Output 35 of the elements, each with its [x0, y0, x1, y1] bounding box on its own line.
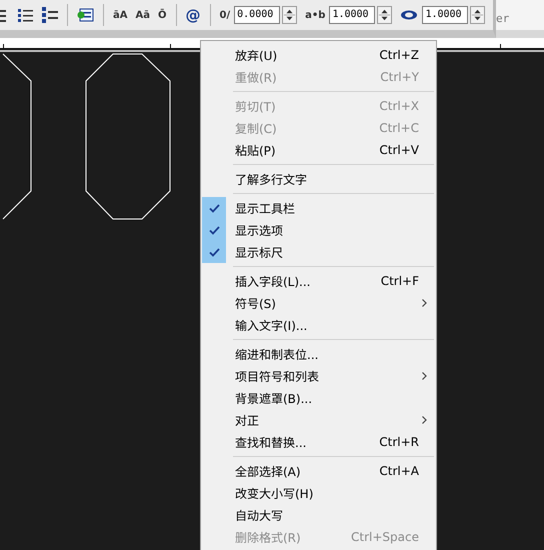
toolbar-button[interactable]: @ — [186, 6, 201, 24]
menu-item[interactable]: 对正 — [201, 409, 436, 431]
menu-item[interactable]: 放弃(U) Ctrl+Z — [201, 44, 436, 66]
menu-item[interactable]: 背景遮罩(B)... — [201, 387, 436, 409]
number-field[interactable]: 1.0000 — [329, 6, 376, 24]
menu-item[interactable]: 了解多行文字 — [201, 168, 436, 190]
bullet-list-icon[interactable] — [18, 8, 33, 22]
menu-item[interactable]: 查找和替换... Ctrl+R — [201, 431, 436, 453]
menu-item[interactable]: 自动大写 — [201, 504, 436, 526]
menu-item[interactable]: 显示工具栏 — [201, 197, 436, 219]
number-field[interactable]: 0.0000 — [234, 6, 280, 24]
menu-item[interactable]: 项目符号和列表 — [201, 365, 436, 387]
menu-item[interactable]: 输入文字(I)... — [201, 314, 436, 336]
spinner-icon[interactable] — [282, 6, 298, 24]
insert-field-icon[interactable] — [77, 8, 94, 22]
ellipse-icon[interactable] — [400, 10, 418, 20]
field-label: a•b — [305, 10, 326, 20]
toolbar-button[interactable]: Aā — [136, 10, 150, 20]
menu-item[interactable]: 改变大小写(H) — [201, 482, 436, 504]
menu-item[interactable]: 全部选择(A) Ctrl+A — [201, 460, 436, 482]
toolbar-button[interactable]: āA — [113, 10, 128, 20]
menu-item[interactable]: 缩进和制表位... — [201, 343, 436, 365]
numbered-list-icon[interactable] — [41, 6, 58, 24]
menu-item[interactable]: 符号(S) — [201, 292, 436, 314]
spinner-icon[interactable] — [470, 6, 486, 24]
toolbar-button[interactable]: Ō — [158, 10, 167, 20]
panel-text: er — [496, 12, 510, 25]
list-icon[interactable] — [0, 8, 6, 22]
number-field[interactable]: 1.0000 — [422, 6, 468, 24]
spinner-icon[interactable] — [377, 6, 392, 24]
menu-item[interactable]: 显示选项 — [201, 219, 436, 241]
field-label: 0/ — [220, 10, 230, 20]
menu-item[interactable]: 插入字段(L)... Ctrl+F — [201, 270, 436, 292]
menu-item[interactable]: 显示标尺 — [201, 241, 436, 263]
menu-item[interactable]: 粘贴(P) Ctrl+V — [201, 139, 436, 161]
